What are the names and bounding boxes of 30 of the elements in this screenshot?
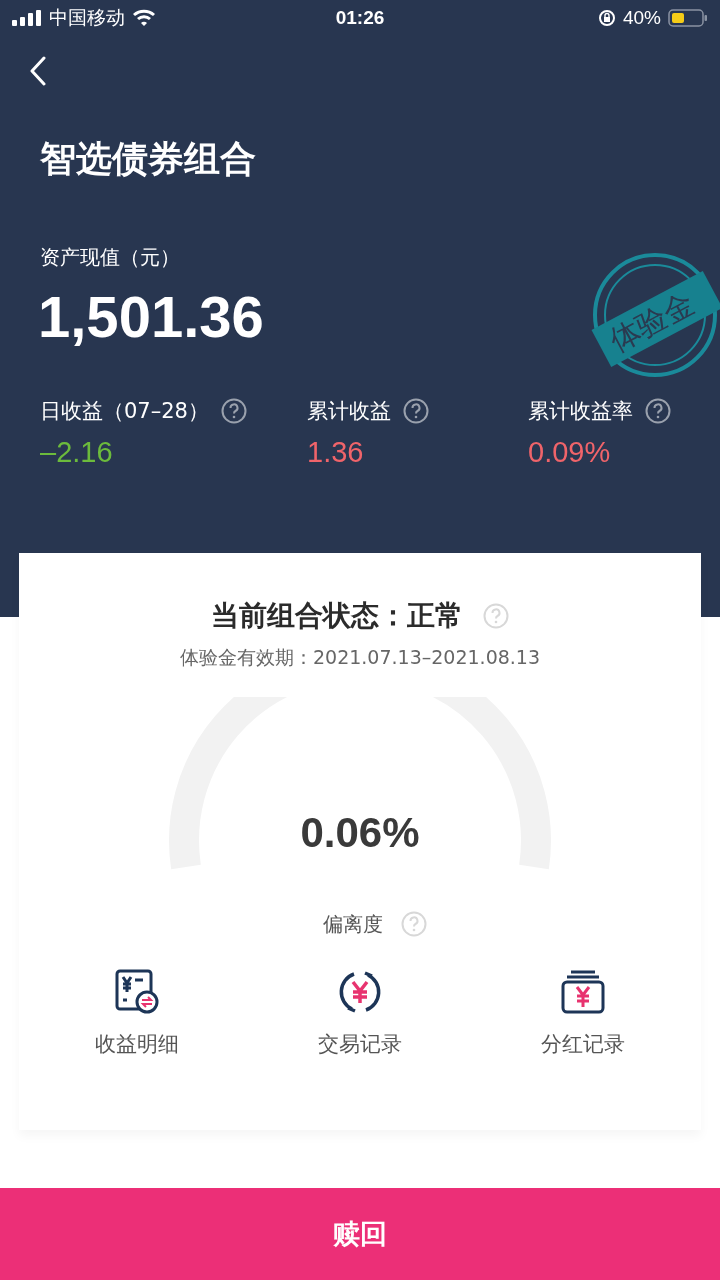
yuan-stack-icon: [559, 968, 608, 1016]
stat-label: 日收益（07–28）: [40, 398, 209, 425]
action-button[interactable]: 交易记录: [248, 964, 472, 1062]
stat-value: –2.16: [40, 435, 114, 470]
status-title: 当前组合状态：正常: [211, 598, 463, 634]
asset-label: 资产现值（元）: [40, 244, 181, 270]
rotation-lock-icon: [597, 9, 616, 27]
gauge-value: 0.06%: [299, 808, 421, 858]
validity-period: 体验金有效期：2021.07.13–2021.08.13: [179, 645, 541, 670]
battery-icon: [668, 9, 708, 27]
stat-label: 累计收益率: [528, 398, 633, 425]
asset-value: 1,501.36: [38, 284, 264, 350]
help-icon[interactable]: [220, 398, 247, 424]
action-button[interactable]: 分红记录: [471, 964, 695, 1062]
gauge-label: 偏离度: [323, 911, 383, 938]
carrier-name: 中国移动: [49, 6, 125, 30]
redeem-button[interactable]: 赎回: [0, 1188, 720, 1280]
action-button[interactable]: 收益明细: [25, 964, 249, 1062]
status-time: 01:26: [335, 7, 385, 29]
help-icon[interactable]: [403, 398, 429, 424]
page-title: 智选债券组合: [40, 137, 257, 181]
stat-value: 0.09%: [528, 435, 612, 470]
back-button[interactable]: [30, 56, 46, 86]
stat-label: 累计收益: [307, 398, 391, 425]
stat-value: 1.36: [307, 435, 365, 470]
signal-icon: [12, 10, 42, 26]
stamp-label: 体验金: [591, 270, 720, 368]
help-icon[interactable]: [645, 398, 671, 424]
battery-percent: 40%: [622, 7, 661, 29]
wifi-icon: [132, 9, 156, 27]
